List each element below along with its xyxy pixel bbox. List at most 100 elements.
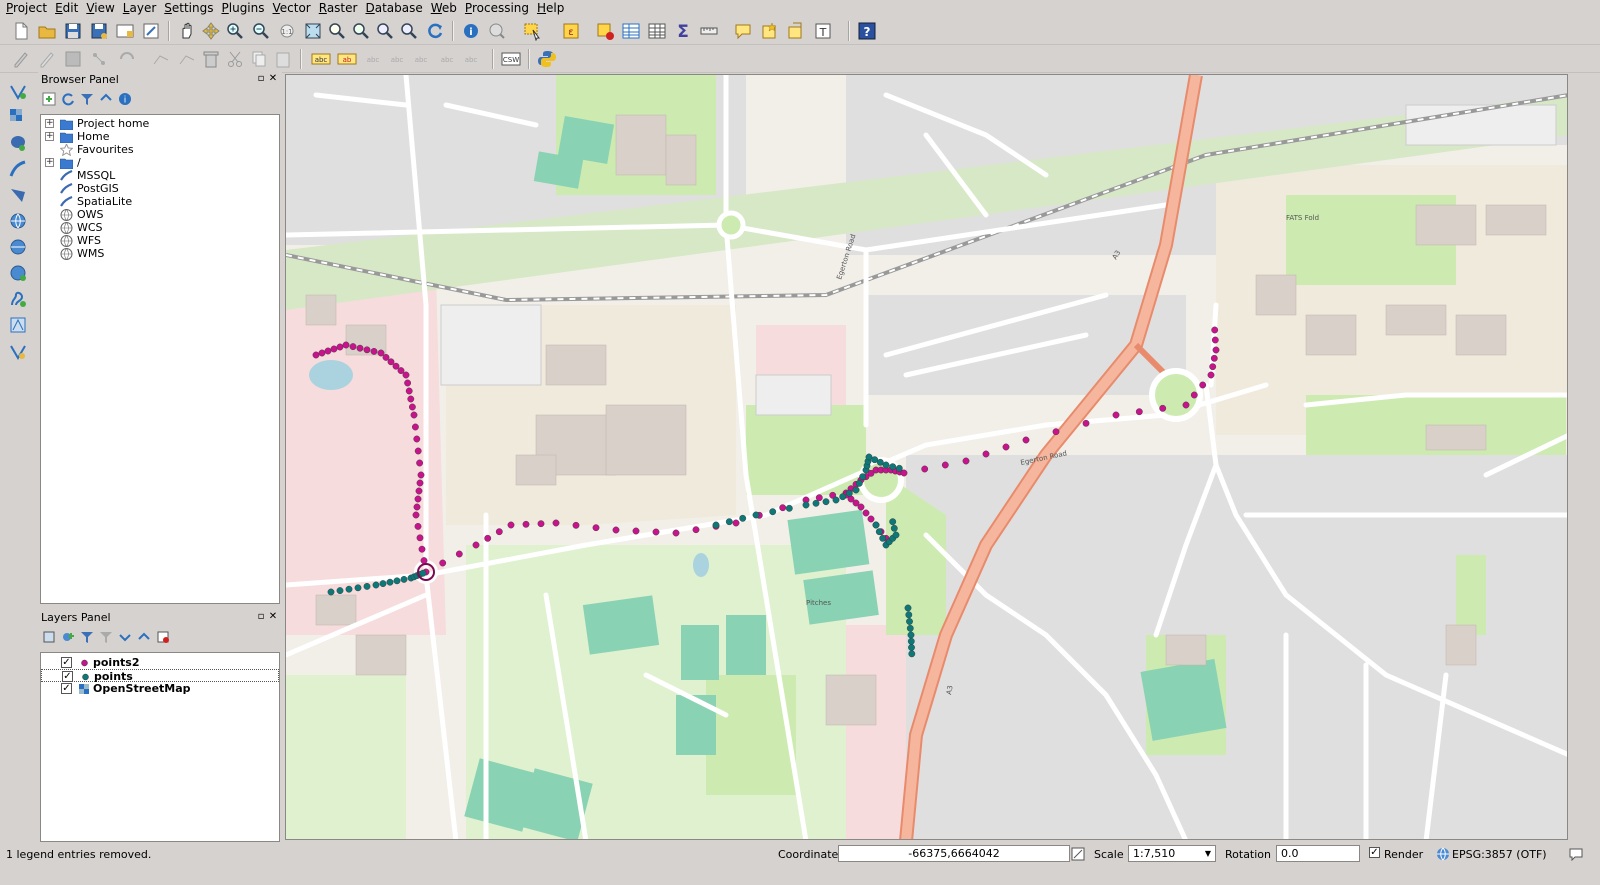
- csw-icon[interactable]: CSW: [500, 48, 522, 70]
- menu-web[interactable]: Web: [428, 0, 462, 16]
- rotation-spinbox[interactable]: 0.0: [1276, 845, 1360, 862]
- refresh-icon[interactable]: [424, 20, 446, 42]
- add-feature-icon[interactable]: [88, 48, 110, 70]
- chevron-down-icon[interactable]: ▼: [1200, 845, 1216, 862]
- pan-hand-icon[interactable]: [176, 20, 198, 42]
- composer-manager-icon[interactable]: [140, 20, 162, 42]
- refresh-browser-icon[interactable]: [60, 91, 76, 107]
- float-panel-icon[interactable]: ▫: [256, 74, 266, 84]
- add-wfs-layer-icon[interactable]: [7, 262, 29, 284]
- float-panel-icon[interactable]: ▫: [256, 612, 266, 622]
- collapse-all-icon[interactable]: [98, 91, 114, 107]
- map-tips-icon[interactable]: [732, 20, 754, 42]
- expand-all-icon[interactable]: [117, 629, 133, 645]
- run-action-icon[interactable]: [486, 20, 508, 42]
- trash-icon[interactable]: [200, 48, 222, 70]
- expand-icon[interactable]: +: [45, 158, 54, 167]
- identify-icon[interactable]: i: [460, 20, 482, 42]
- copy-icon[interactable]: [248, 48, 270, 70]
- pan-to-selection-icon[interactable]: [200, 20, 222, 42]
- field-calculator-icon[interactable]: [646, 20, 668, 42]
- browser-item[interactable]: WMS: [41, 247, 279, 260]
- browser-item[interactable]: SpatiaLite: [41, 195, 279, 208]
- menu-help[interactable]: Help: [534, 0, 569, 16]
- add-mssql-layer-icon[interactable]: [7, 184, 29, 206]
- layer-item-points2[interactable]: ✓ points2: [41, 656, 279, 669]
- zoom-to-layer-icon[interactable]: [350, 20, 372, 42]
- add-postgis-layer-icon[interactable]: [7, 132, 29, 154]
- menu-database[interactable]: Database: [362, 0, 427, 16]
- zoom-actual-icon[interactable]: 1:1: [276, 20, 298, 42]
- menu-layer[interactable]: Layer: [120, 0, 161, 16]
- zoom-next-icon[interactable]: [398, 20, 420, 42]
- node-tool-icon[interactable]: [150, 48, 172, 70]
- python-console-icon[interactable]: [536, 48, 558, 70]
- filter-by-expression-icon[interactable]: [98, 629, 114, 645]
- crs-label[interactable]: EPSG:3857 (OTF): [1452, 848, 1547, 861]
- zoom-last-icon[interactable]: [374, 20, 396, 42]
- map-canvas[interactable]: A3 A3 Egerton Road Egerton Road FATS Fol…: [285, 74, 1568, 840]
- change-label-icon[interactable]: abc: [460, 48, 482, 70]
- layer-visibility-checkbox[interactable]: ✓: [62, 671, 73, 682]
- close-panel-icon[interactable]: ✕: [268, 74, 278, 84]
- rotate-label-icon[interactable]: abc: [436, 48, 458, 70]
- open-project-icon[interactable]: [36, 20, 58, 42]
- help-icon[interactable]: ?: [856, 20, 878, 42]
- menu-processing[interactable]: Processing: [462, 0, 534, 16]
- pin-labels-icon[interactable]: abc: [362, 48, 384, 70]
- messages-icon[interactable]: [1568, 845, 1584, 862]
- menu-settings[interactable]: Settings: [161, 0, 218, 16]
- browser-item[interactable]: WFS: [41, 234, 279, 247]
- menu-view[interactable]: View: [83, 0, 119, 16]
- move-feature-icon[interactable]: [116, 48, 138, 70]
- measure-line-icon[interactable]: [698, 20, 720, 42]
- attribute-table-icon[interactable]: [620, 20, 642, 42]
- properties-icon[interactable]: i: [117, 91, 133, 107]
- zoom-out-icon[interactable]: [250, 20, 272, 42]
- add-wcs-layer-icon[interactable]: [7, 236, 29, 258]
- current-edits-icon[interactable]: [10, 48, 32, 70]
- browser-item[interactable]: MSSQL: [41, 169, 279, 182]
- paste-icon[interactable]: [272, 48, 294, 70]
- zoom-full-icon[interactable]: [302, 20, 324, 42]
- layer-visibility-checkbox[interactable]: ✓: [61, 683, 72, 694]
- menu-vector[interactable]: Vector: [270, 0, 316, 16]
- coordinate-field[interactable]: -66375,6664042: [838, 845, 1070, 862]
- label-tool-icon[interactable]: abc: [310, 48, 332, 70]
- browser-item[interactable]: PostGIS: [41, 182, 279, 195]
- add-spatialite-layer-icon[interactable]: [7, 158, 29, 180]
- layer-item-points[interactable]: ✓ points: [41, 669, 279, 683]
- add-wms-layer-icon[interactable]: [7, 210, 29, 232]
- menu-plugins[interactable]: Plugins: [219, 0, 270, 16]
- text-annotation-icon[interactable]: T: [812, 20, 834, 42]
- move-label-icon[interactable]: abc: [410, 48, 432, 70]
- save-project-icon[interactable]: [62, 20, 84, 42]
- select-features-icon[interactable]: [522, 20, 544, 42]
- add-vector-layer-icon[interactable]: [7, 80, 29, 102]
- remove-layer-icon[interactable]: [155, 629, 171, 645]
- filter-legend-icon[interactable]: [79, 629, 95, 645]
- save-as-icon[interactable]: [88, 20, 110, 42]
- browser-item[interactable]: Favourites: [41, 143, 279, 156]
- browser-item[interactable]: OWS: [41, 208, 279, 221]
- render-checkbox[interactable]: ✓: [1369, 847, 1380, 858]
- crs-globe-icon[interactable]: [1435, 845, 1451, 862]
- zoom-in-icon[interactable]: [224, 20, 246, 42]
- save-edits-icon[interactable]: [62, 48, 84, 70]
- delete-selected-icon[interactable]: [176, 48, 198, 70]
- menu-raster[interactable]: Raster: [316, 0, 363, 16]
- select-by-expression-icon[interactable]: ε: [560, 20, 582, 42]
- menu-edit[interactable]: Edit: [52, 0, 83, 16]
- cut-icon[interactable]: [224, 48, 246, 70]
- add-delimited-text-icon[interactable]: [7, 288, 29, 310]
- new-project-icon[interactable]: [10, 20, 32, 42]
- toggle-extents-icon[interactable]: [1070, 845, 1086, 862]
- expand-icon[interactable]: +: [45, 132, 54, 141]
- new-shapefile-layer-icon[interactable]: [7, 340, 29, 362]
- show-labels-icon[interactable]: abc: [386, 48, 408, 70]
- new-bookmark-icon[interactable]: [758, 20, 780, 42]
- deselect-icon[interactable]: [594, 20, 616, 42]
- menu-project[interactable]: Project: [3, 0, 52, 16]
- browser-item[interactable]: + Home: [41, 130, 279, 143]
- new-print-composer-icon[interactable]: [114, 20, 136, 42]
